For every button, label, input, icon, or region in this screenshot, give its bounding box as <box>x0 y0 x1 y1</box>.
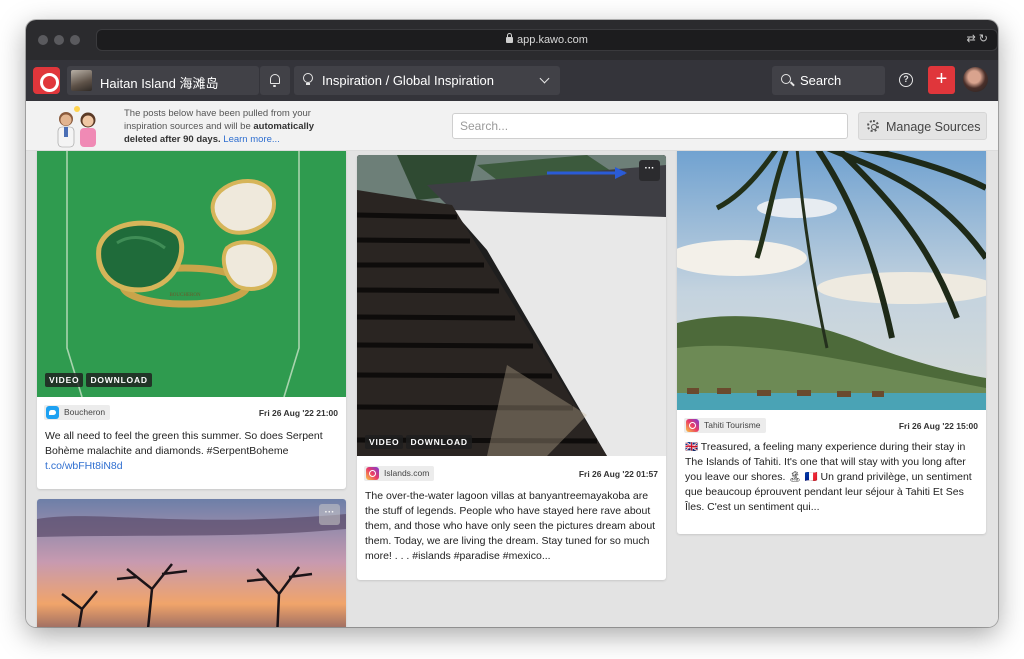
post-media-image[interactable] <box>37 499 346 627</box>
gear-icon <box>867 120 879 132</box>
download-badge[interactable]: DOWNLOAD <box>86 373 152 387</box>
video-badge: VIDEO <box>365 435 404 449</box>
source-name: Boucheron <box>64 407 106 417</box>
address-bar[interactable]: app.kawo.com <box>96 29 998 51</box>
post-link[interactable]: t.co/wbFHt8iN8d <box>45 460 123 472</box>
manage-sources-button[interactable]: Manage Sources <box>858 112 987 140</box>
workspace-selector[interactable]: Haitan Island 海滩岛 <box>67 66 259 95</box>
source-chip[interactable]: Boucheron <box>44 405 111 420</box>
browser-toolbar: app.kawo.com ⇄ ↻ <box>26 20 998 60</box>
lock-icon <box>506 33 514 43</box>
post-text: We all need to feel the green this summe… <box>45 429 338 474</box>
posts-search-input[interactable] <box>452 113 848 139</box>
source-chip[interactable]: Tahiti Tourisme <box>684 418 766 433</box>
brand-engraving: BOUCHERON <box>169 293 201 298</box>
download-badge[interactable]: DOWNLOAD <box>406 435 472 449</box>
post-text: 🇬🇧 Treasured, a feeling many experience … <box>685 440 978 515</box>
inspiration-dropdown[interactable]: Inspiration / Global Inspiration <box>294 66 560 95</box>
bell-icon <box>270 74 280 87</box>
workspace-label: Haitan Island 海滩岛 <box>100 76 219 91</box>
workspace-thumbnail <box>71 70 92 91</box>
post-more-menu-button[interactable]: ··· <box>319 504 340 525</box>
instagram-icon <box>686 419 699 432</box>
post-more-menu-button[interactable]: ··· <box>639 160 660 181</box>
post-card-islands[interactable]: ··· VIDEO DOWNLOAD Islands.com Fri 26 Au… <box>357 155 666 580</box>
post-media-image[interactable] <box>357 155 666 456</box>
create-post-button[interactable]: + <box>928 66 955 94</box>
source-chip[interactable]: Islands.com <box>364 466 435 481</box>
inspiration-info-bar: The posts below have been pulled from yo… <box>26 101 998 151</box>
notifications-button[interactable] <box>260 66 290 95</box>
post-text: The over-the-water lagoon villas at bany… <box>365 489 658 564</box>
post-card-tahiti[interactable]: Tahiti Tourisme Fri 26 Aug '22 15:00 🇬🇧 … <box>677 151 986 534</box>
translate-icon[interactable]: ⇄ <box>967 33 976 45</box>
close-window-button[interactable] <box>38 35 48 45</box>
manage-sources-label: Manage Sources <box>886 120 981 134</box>
user-avatar[interactable] <box>963 67 988 92</box>
media-badges: VIDEO DOWNLOAD <box>45 373 152 387</box>
minimize-window-button[interactable] <box>54 35 64 45</box>
reload-icon[interactable]: ↻ <box>979 33 988 45</box>
post-date: Fri 26 Aug '22 01:57 <box>578 469 658 479</box>
lightbulb-icon <box>303 73 313 86</box>
info-message: The posts below have been pulled from yo… <box>124 107 334 146</box>
url-text: app.kawo.com <box>517 34 588 46</box>
app-header: Haitan Island 海滩岛 Inspiration / Global I… <box>26 60 998 101</box>
learn-more-link[interactable]: Learn more... <box>223 134 280 145</box>
post-card-boucheron[interactable]: BOUCHERON VIDEO DOWNLOAD Boucheron Fri 2… <box>37 151 346 489</box>
chevron-down-icon <box>539 73 550 84</box>
posts-grid: BOUCHERON VIDEO DOWNLOAD Boucheron Fri 2… <box>26 151 998 627</box>
kawo-logo[interactable] <box>33 67 60 94</box>
zoom-window-button[interactable] <box>70 35 80 45</box>
media-badges: VIDEO DOWNLOAD <box>365 435 472 449</box>
post-date: Fri 26 Aug '22 21:00 <box>258 408 338 418</box>
source-name: Islands.com <box>384 468 430 478</box>
post-card-sunset[interactable]: ··· <box>37 499 346 627</box>
post-caption: We all need to feel the green this summe… <box>45 430 323 457</box>
inspiration-label: Inspiration / Global Inspiration <box>322 73 494 88</box>
stairs-image <box>357 155 666 456</box>
post-caption: 🇬🇧 Treasured, a feeling many experience … <box>685 441 972 513</box>
twitter-icon <box>46 406 59 419</box>
instagram-icon <box>366 467 379 480</box>
people-illustration <box>57 106 96 148</box>
ring-image: BOUCHERON <box>37 151 346 397</box>
browser-window: app.kawo.com ⇄ ↻ Haitan Island 海滩岛 Inspi… <box>26 20 998 627</box>
tahiti-image <box>677 151 986 410</box>
help-icon[interactable]: ? <box>899 73 913 87</box>
post-date: Fri 26 Aug '22 15:00 <box>898 421 978 431</box>
post-media-image[interactable] <box>677 151 986 410</box>
sunset-image <box>37 499 346 627</box>
global-search-button[interactable]: Search <box>772 66 885 95</box>
post-caption: The over-the-water lagoon villas at bany… <box>365 490 656 562</box>
search-icon <box>781 74 791 84</box>
post-media-image[interactable]: BOUCHERON <box>37 151 346 397</box>
video-badge: VIDEO <box>45 373 84 387</box>
search-label: Search <box>800 73 842 88</box>
source-name: Tahiti Tourisme <box>704 420 761 430</box>
